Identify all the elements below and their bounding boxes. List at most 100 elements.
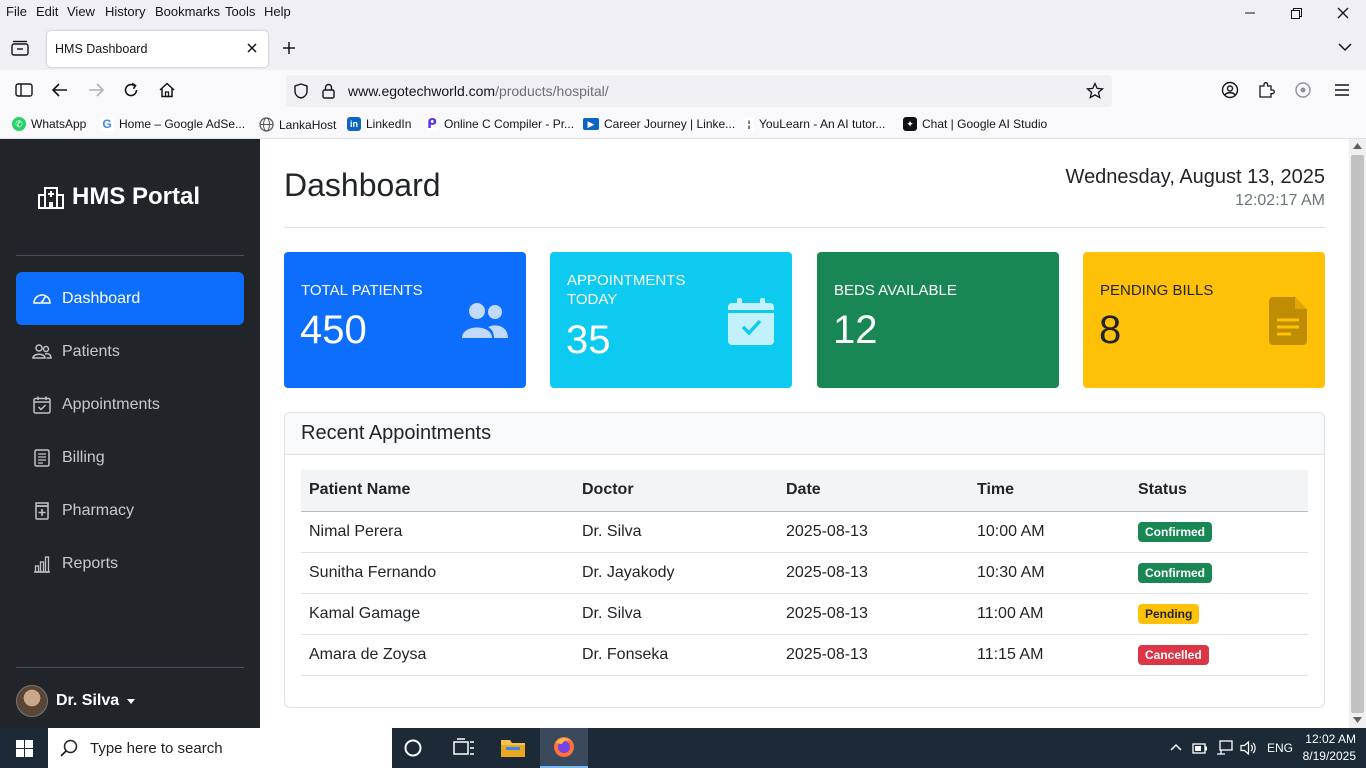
page-content: HMS Portal Dashboard Patients Appointmen…	[0, 139, 1349, 728]
status-badge: Confirmed	[1138, 521, 1212, 542]
menu-bookmarks[interactable]: Bookmarks	[155, 4, 220, 19]
language-indicator[interactable]: ENG	[1267, 741, 1293, 755]
file-explorer-button[interactable]	[500, 736, 526, 763]
date: 2025-08-13	[778, 593, 969, 635]
cortana-button[interactable]	[403, 738, 423, 763]
bookmark-online-c-compiler[interactable]: ᑭ Online C Compiler - Pr...	[425, 116, 575, 131]
card-value: 12	[833, 308, 878, 352]
scrollbar-thumb[interactable]	[1351, 155, 1364, 713]
url-bar[interactable]: www.egotechworld.com/products/hospital/	[286, 75, 1112, 107]
sidebar-item-patients[interactable]: Patients	[16, 325, 244, 378]
start-button[interactable]	[0, 728, 48, 768]
extension-button[interactable]	[1293, 80, 1313, 100]
file-text-icon	[1269, 297, 1307, 345]
status-badge: Confirmed	[1138, 562, 1212, 583]
header-divider	[284, 227, 1325, 228]
system-clock[interactable]: 12:02 AM 8/19/2025	[1302, 732, 1356, 763]
taskbar-search[interactable]: Type here to search	[48, 728, 392, 768]
task-view-icon	[453, 738, 474, 755]
firefox-icon	[554, 737, 574, 757]
new-tab-icon[interactable]	[282, 41, 296, 55]
calendar-check-icon	[728, 298, 774, 345]
card-value: 8	[1099, 308, 1122, 352]
bookmark-google-adsense[interactable]: G Home – Google AdSe...	[100, 117, 245, 131]
close-icon	[1337, 7, 1349, 19]
chevron-up-icon[interactable]	[1170, 743, 1182, 751]
card-value: 450	[300, 308, 367, 352]
table-row: Amara de Zoysa Dr. Fonseka 2025-08-13 11…	[301, 634, 1308, 676]
back-button[interactable]	[50, 80, 70, 100]
extensions-button[interactable]	[1256, 80, 1276, 100]
tab-list-icon[interactable]	[11, 40, 29, 56]
bookmark-whatsapp[interactable]: ✆ WhatsApp	[12, 117, 86, 131]
scroll-up-icon[interactable]	[1353, 143, 1362, 149]
lock-icon[interactable]	[322, 83, 335, 99]
forward-button[interactable]	[86, 80, 106, 100]
menu-edit[interactable]: Edit	[36, 4, 58, 19]
close-tab-icon[interactable]	[247, 43, 257, 53]
reload-icon	[124, 82, 138, 97]
battery-icon[interactable]	[1192, 741, 1208, 755]
hamburger-menu-icon	[1335, 84, 1349, 96]
bookmark-label: LankaHost	[279, 117, 337, 132]
close-window-button[interactable]	[1320, 2, 1366, 24]
bookmark-google-ai-studio[interactable]: ✦ Chat | Google AI Studio	[903, 117, 1047, 131]
page-scrollbar[interactable]	[1349, 139, 1366, 728]
user-menu[interactable]: Dr. Silva	[16, 685, 136, 717]
sidebar-toggle-button[interactable]	[14, 80, 34, 100]
search-icon	[60, 739, 78, 757]
menu-history[interactable]: History	[105, 4, 145, 19]
time: 10:00 AM	[969, 511, 1130, 553]
account-button[interactable]	[1220, 80, 1240, 100]
current-date: Wednesday, August 13, 2025	[1065, 166, 1325, 188]
bookmark-career-journey[interactable]: ▶ Career Journey | Linke...	[583, 117, 735, 131]
clock-date: 8/19/2025	[1302, 749, 1356, 763]
menu-bar: File Edit View History Bookmarks Tools H…	[0, 0, 1366, 24]
tab-title: HMS Dashboard	[55, 42, 148, 56]
calendar-check-icon	[33, 396, 51, 414]
tab-hms-dashboard[interactable]: HMS Dashboard	[47, 31, 268, 67]
restore-button[interactable]	[1273, 2, 1319, 24]
brand[interactable]: HMS Portal	[38, 183, 200, 211]
menu-help[interactable]: Help	[264, 4, 291, 19]
task-view-button[interactable]	[453, 738, 475, 763]
aistudio-icon: ✦	[903, 117, 917, 131]
brand-title: HMS Portal	[72, 183, 201, 210]
users-icon	[462, 303, 508, 338]
time: 11:00 AM	[969, 593, 1130, 635]
network-icon[interactable]	[1216, 740, 1234, 756]
sidebar-item-dashboard[interactable]: Dashboard	[16, 272, 244, 325]
firefox-taskbar-button[interactable]	[540, 728, 588, 768]
sidebar-item-billing[interactable]: Billing	[16, 431, 244, 484]
bookmark-label: Online C Compiler - Pr...	[444, 117, 575, 131]
patient-name: Nimal Perera	[301, 511, 574, 553]
bookmark-label: YouLearn - An AI tutor...	[759, 117, 886, 131]
shield-icon[interactable]	[294, 83, 308, 99]
date: 2025-08-13	[778, 552, 969, 594]
linkedin-icon: in	[347, 117, 361, 131]
chevron-down-icon[interactable]	[1338, 43, 1352, 52]
bookmark-star-icon[interactable]	[1086, 82, 1104, 100]
sidebar-item-reports[interactable]: Reports	[16, 537, 244, 590]
table-row: Sunitha Fernando Dr. Jayakody 2025-08-13…	[301, 552, 1308, 594]
receipt-icon	[34, 448, 50, 467]
home-button[interactable]	[157, 80, 177, 100]
app-menu-button[interactable]	[1332, 80, 1352, 100]
bookmark-linkedin[interactable]: in LinkedIn	[347, 117, 411, 131]
sidebar-item-pharmacy[interactable]: Pharmacy	[16, 484, 244, 537]
account-icon	[1221, 81, 1239, 99]
menu-tools[interactable]: Tools	[225, 4, 255, 19]
sidebar-item-label: Pharmacy	[62, 501, 135, 519]
back-arrow-icon	[52, 83, 67, 97]
reload-button[interactable]	[121, 80, 141, 100]
menu-file[interactable]: File	[6, 4, 27, 19]
bookmark-youlearn[interactable]: ¦ YouLearn - An AI tutor...	[744, 117, 885, 131]
volume-icon[interactable]	[1240, 740, 1256, 756]
menu-view[interactable]: View	[67, 4, 95, 19]
scroll-down-icon[interactable]	[1353, 717, 1362, 723]
recent-appointments-panel: Recent Appointments Patient Name Doctor …	[284, 412, 1325, 708]
bookmark-lankahost[interactable]: LankaHost	[259, 117, 336, 132]
minimize-button[interactable]	[1227, 2, 1273, 24]
sidebar-item-appointments[interactable]: Appointments	[16, 378, 244, 431]
extension-icon	[1295, 82, 1311, 98]
